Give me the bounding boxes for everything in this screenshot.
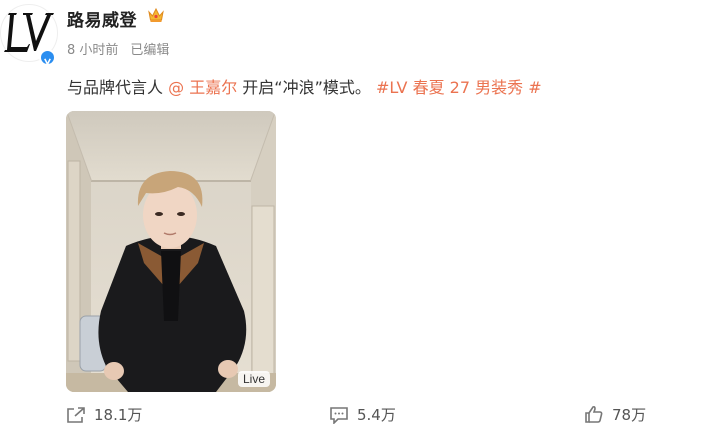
post-photo[interactable]: Live: [66, 111, 276, 392]
share-count: 18.1万: [94, 406, 143, 424]
photo-illustration: [66, 111, 276, 392]
live-badge[interactable]: Live: [237, 371, 270, 387]
post-meta: 8 小时前 已编辑: [67, 39, 169, 58]
verified-icon: [39, 49, 56, 66]
author-name[interactable]: 路易威登: [67, 6, 137, 31]
hashtag-link[interactable]: #LV 春夏 27 男装秀 #: [376, 78, 542, 97]
post-text-middle: 开启“冲浪”模式。: [242, 78, 371, 97]
mention-link[interactable]: @ 王嘉尔: [168, 78, 237, 97]
thumbs-up-icon: [585, 405, 603, 423]
comment-icon: [330, 406, 348, 424]
like-button[interactable]: 78万: [584, 404, 646, 425]
author-avatar[interactable]: [0, 4, 58, 66]
edited-label: 已编辑: [130, 43, 170, 58]
share-button[interactable]: 18.1万: [66, 404, 142, 425]
share-icon: [67, 406, 85, 423]
post-text-prefix: 与品牌代言人: [67, 78, 164, 97]
comment-button[interactable]: 5.4万: [329, 404, 396, 425]
like-count: 78万: [612, 406, 647, 424]
post-text: 与品牌代言人 @ 王嘉尔 开启“冲浪”模式。 #LV 春夏 27 男装秀 #: [67, 74, 542, 98]
crown-icon: [148, 7, 164, 22]
post-time[interactable]: 8 小时前: [67, 39, 118, 58]
comment-count: 5.4万: [357, 406, 396, 424]
